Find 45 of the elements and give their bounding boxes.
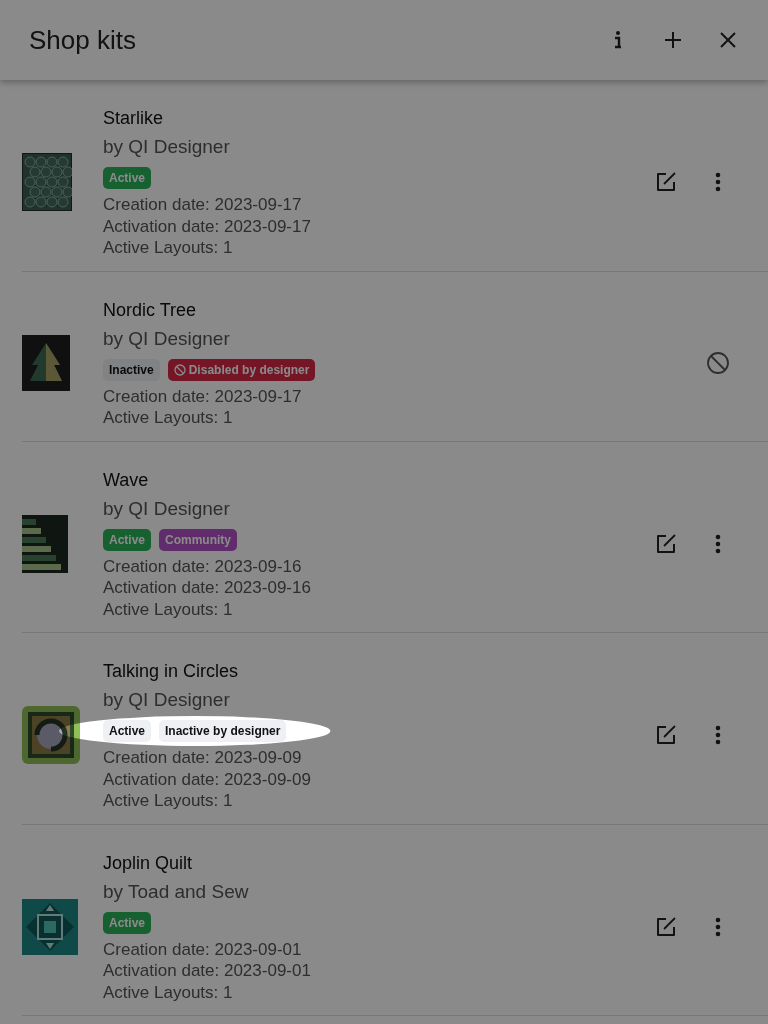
kit-detail: Creation date: 2023-09-17 <box>103 385 303 407</box>
kit-detail: Active Layouts: 1 <box>103 598 234 620</box>
close-icon <box>720 32 736 48</box>
designer-name: by Toad and Sew <box>103 879 250 904</box>
kit-name: Talking in Circles <box>103 660 240 683</box>
status-badge: Community <box>159 528 238 551</box>
designer-name: by QI Designer <box>103 688 231 712</box>
designer-name: by QI Designer <box>103 135 231 159</box>
kit-detail: Activation date: 2023-09-01 <box>103 960 312 982</box>
more-icon <box>714 915 722 938</box>
kit-detail: Creation date: 2023-09-16 <box>103 555 303 577</box>
status-badge: Inactive <box>103 358 160 381</box>
status-badge: Active <box>103 911 152 934</box>
kit-detail: Active Layouts: 1 <box>103 407 234 429</box>
edit-icon <box>655 532 677 555</box>
add-icon <box>664 31 682 49</box>
kit-detail: Active Layouts: 1 <box>103 790 234 812</box>
edit-icon <box>655 171 677 194</box>
status-badge: Active <box>103 167 152 189</box>
kit-detail: Active Layouts: 1 <box>103 981 234 1003</box>
status-badge: Disabled by designer <box>167 358 316 381</box>
more-icon <box>714 171 722 194</box>
kit-detail: Activation date: 2023-09-16 <box>103 577 312 599</box>
kit-detail: Activation date: 2023-09-17 <box>103 215 312 237</box>
kit-name: Wave <box>103 468 150 492</box>
status-badge: Active <box>103 528 152 551</box>
kit-name: Nordic Tree <box>103 298 198 322</box>
info-icon <box>613 30 623 50</box>
designer-name: by QI Designer <box>103 326 231 351</box>
kit-detail: Activation date: 2023-09-09 <box>103 768 312 790</box>
status-badge: Active <box>103 720 152 742</box>
kit-name: Joplin Quilt <box>103 851 194 875</box>
kit-name: Starlike <box>103 107 165 130</box>
page-title: Shop kits <box>29 24 137 56</box>
kit-detail: Creation date: 2023-09-17 <box>103 194 303 216</box>
designer-name: by QI Designer <box>103 496 231 521</box>
more-icon <box>714 532 722 555</box>
more-icon <box>714 724 722 747</box>
blocked-icon <box>706 351 730 375</box>
edit-icon <box>655 915 677 938</box>
kit-detail: Active Layouts: 1 <box>103 237 234 259</box>
status-badge: Inactive by designer <box>159 720 287 742</box>
kit-detail: Creation date: 2023-09-01 <box>103 938 303 960</box>
kit-detail: Creation date: 2023-09-09 <box>103 747 303 769</box>
edit-icon <box>655 724 677 747</box>
